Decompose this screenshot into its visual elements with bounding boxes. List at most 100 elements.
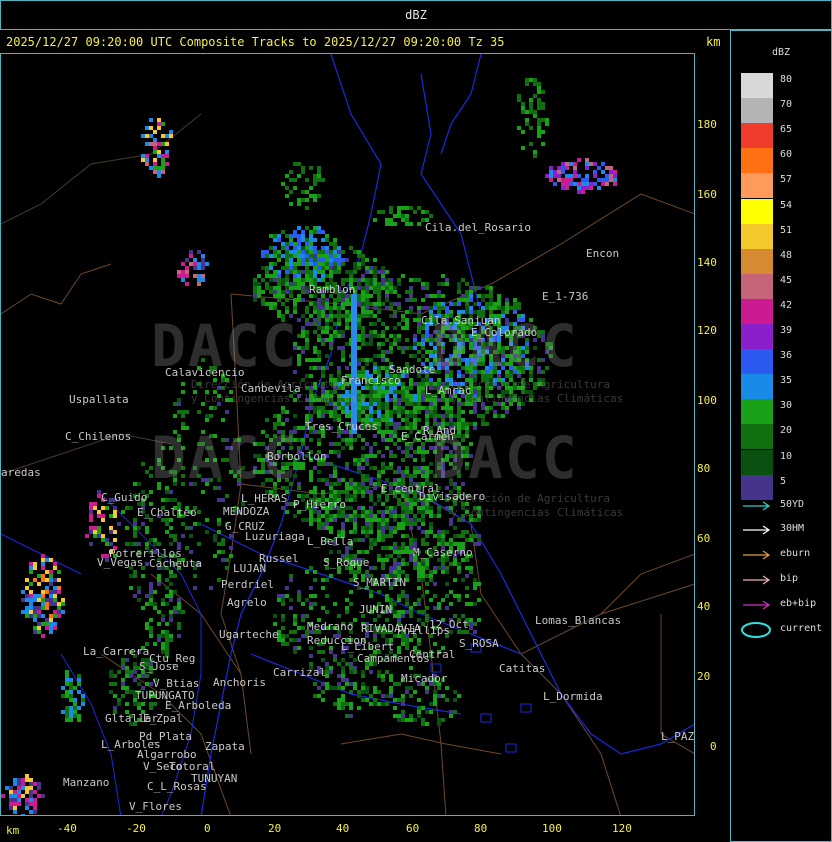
dbz-swatch xyxy=(741,298,773,324)
legend-title: dBZ xyxy=(772,47,791,58)
watermark-subtitle-1: Dirección de Agricultura xyxy=(451,378,610,391)
x-tick-label: -40 xyxy=(57,822,77,835)
dbz-swatch-label: 51 xyxy=(780,224,793,236)
dbz-swatch-label: 42 xyxy=(780,299,793,311)
place-label: Ramblon xyxy=(309,283,356,296)
river-line xyxy=(440,54,482,155)
place-label: Encon xyxy=(586,247,620,260)
composite-tracks-header: 2025/12/27 09:20:00 UTC Composite Tracks… xyxy=(6,35,505,49)
dbz-swatch-label: 36 xyxy=(780,350,793,362)
y-tick-label: 20 xyxy=(697,670,711,683)
place-label: Borbollon xyxy=(267,450,327,463)
dbz-swatch-label: 30 xyxy=(780,400,793,412)
dbz-swatch-label: 10 xyxy=(780,450,793,462)
dbz-swatch xyxy=(741,474,773,500)
watermark-subtitle-2: y Contingencias Climáticas xyxy=(451,392,624,405)
place-label: L_Dormida xyxy=(543,690,603,703)
place-label: S_Roque xyxy=(323,556,370,569)
place-label: E_Chalteo xyxy=(137,506,197,519)
place-label: MENDOZA xyxy=(223,505,270,518)
dbz-swatch xyxy=(741,399,773,425)
place-label: L_PAZ xyxy=(661,730,695,743)
radar-echo-cell xyxy=(21,554,65,638)
place-label: V_Flores xyxy=(129,800,182,813)
place-label: Anchoris xyxy=(213,676,266,689)
x-tick-label: -20 xyxy=(126,822,146,835)
place-label: Ctu_Reg xyxy=(149,652,196,665)
x-tick-label: 40 xyxy=(336,822,350,835)
place-label: Manzano xyxy=(63,776,110,789)
lake-outline xyxy=(480,713,492,723)
track-arrow-icon xyxy=(743,501,771,511)
dbz-swatch xyxy=(741,374,773,400)
place-label: E_Zpal xyxy=(143,712,183,725)
place-label: Carrizal xyxy=(273,666,326,679)
radar-echo-cell xyxy=(61,670,85,722)
dbz-swatch xyxy=(741,349,773,375)
dbz-swatch xyxy=(741,273,773,299)
place-label: Calavicencio xyxy=(165,366,245,379)
dbz-swatch-label: 35 xyxy=(780,375,793,387)
dbz-swatch xyxy=(741,148,773,174)
x-tick-label: 100 xyxy=(542,822,562,835)
y-tick-label: 0 xyxy=(710,740,717,753)
y-tick-label: 180 xyxy=(697,118,717,131)
dbz-swatch xyxy=(741,248,773,274)
watermark-subtitle-4: y Contingencias Climáticas xyxy=(451,506,624,519)
place-label: Cila.del_Rosario xyxy=(425,221,531,234)
track-legend-label: 30HM xyxy=(780,523,805,534)
radar-echo-cell xyxy=(261,226,345,286)
place-label: Perdriel xyxy=(221,578,274,591)
place-label: V_Vegas xyxy=(97,556,144,569)
dbz-swatch-label: 45 xyxy=(780,274,793,286)
place-label: L_Amrac xyxy=(425,384,472,397)
current-ellipse-icon xyxy=(741,622,771,638)
place-label: Canbevila xyxy=(241,382,301,395)
y-tick-label: 80 xyxy=(697,462,711,475)
y-tick-label: 40 xyxy=(697,600,711,613)
place-label: Agrelo xyxy=(227,596,267,609)
place-label: 12_Oct xyxy=(429,618,469,631)
y-tick-label: 160 xyxy=(697,188,717,201)
y-tick-label: 140 xyxy=(697,256,717,269)
place-label: La_Carrera xyxy=(83,645,150,658)
radar-echo-cell xyxy=(141,118,173,178)
dbz-swatch-label: 48 xyxy=(780,249,793,261)
place-label: E_Arboleda xyxy=(165,699,232,712)
radar-echo-cell xyxy=(517,78,549,158)
x-tick-label: 60 xyxy=(406,822,420,835)
department-boundary xyxy=(600,553,694,615)
place-label: Tres_Cruces xyxy=(305,420,378,433)
dbz-swatch-label: 20 xyxy=(780,425,793,437)
x-tick-label: 120 xyxy=(612,822,632,835)
place-label: Catitas xyxy=(499,662,546,675)
track-arrow-icon xyxy=(743,600,771,610)
radar-map[interactable]: DACC DACC DACC DACC Dirección de Agricul… xyxy=(0,53,695,816)
dbz-swatch xyxy=(741,73,773,98)
dbz-swatch-label: 54 xyxy=(780,199,793,211)
radar-echo-cell xyxy=(545,158,617,194)
track-legend-label: 50YD xyxy=(780,499,805,510)
dbz-swatch-label: 65 xyxy=(780,124,793,136)
x-tick-label: 80 xyxy=(474,822,488,835)
place-label: Micador xyxy=(401,672,448,685)
x-tick-label: 20 xyxy=(268,822,282,835)
dbz-swatch-label: 70 xyxy=(780,99,793,111)
radar-echo-cell xyxy=(373,206,433,226)
river-line xyxy=(420,73,482,315)
dbz-swatch-label: 57 xyxy=(780,174,793,186)
track-legend-label: bip xyxy=(780,573,799,584)
place-label: Cacheuta xyxy=(149,557,202,570)
dbz-swatch-label: 5 xyxy=(780,475,787,487)
dbz-swatch xyxy=(741,173,773,199)
place-label: S_MARTIN xyxy=(353,576,406,589)
lake-outline xyxy=(520,703,532,713)
track-legend-label: eburn xyxy=(780,548,811,559)
radar-echo-cell xyxy=(281,162,325,210)
dbz-swatch xyxy=(741,123,773,149)
y-axis-unit: km xyxy=(706,35,721,49)
dbz-swatch xyxy=(741,449,773,475)
place-label: C_Chilenos xyxy=(65,430,132,443)
dbz-swatch xyxy=(741,324,773,349)
place-label: Medrano xyxy=(307,620,354,633)
